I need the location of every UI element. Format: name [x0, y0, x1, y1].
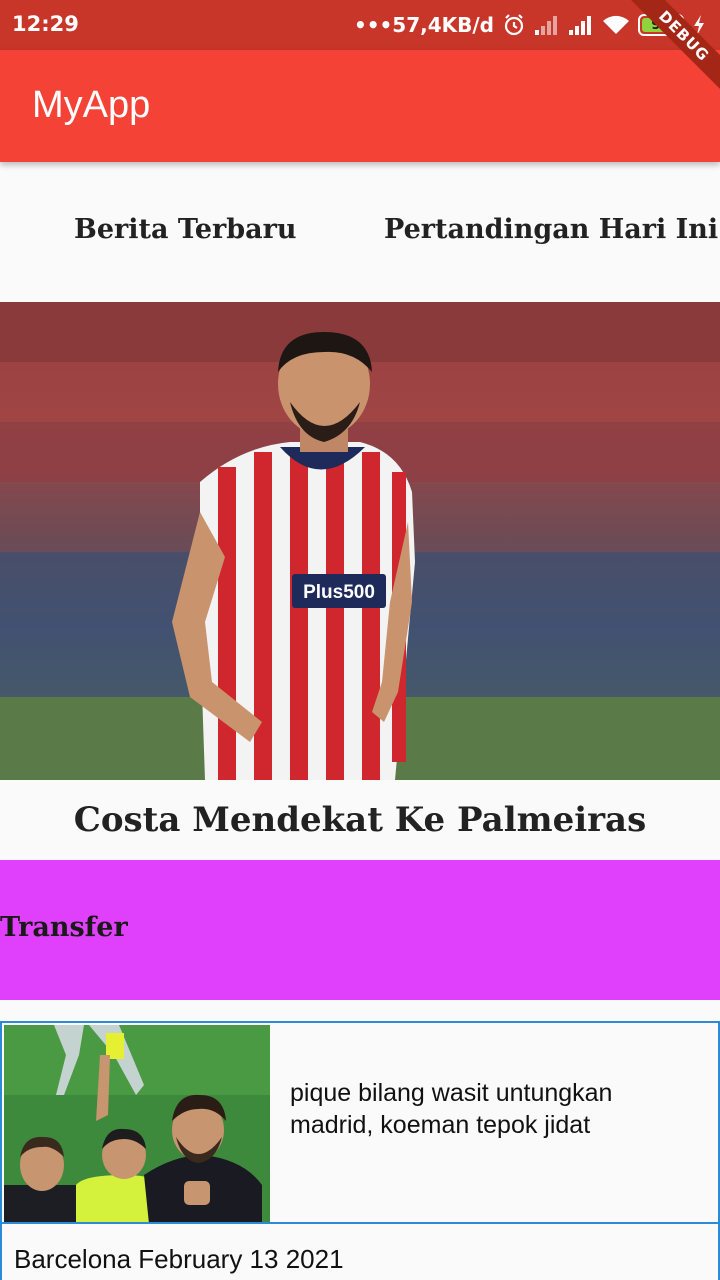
app-title: MyApp [32, 84, 151, 126]
tab-bar: Berita Terbaru Pertandingan Hari Ini [0, 162, 720, 302]
player-photo: Plus500 [0, 302, 720, 780]
signal-icon [535, 16, 557, 35]
category-header: Transfer [0, 860, 720, 1000]
category-label: Transfer [0, 912, 128, 943]
tab-todays-matches[interactable]: Pertandingan Hari Ini [384, 214, 718, 245]
featured-image[interactable]: Plus500 [0, 302, 720, 780]
wifi-icon [603, 15, 629, 34]
news-title: pique bilang wasit untungkan madrid, koe… [290, 1079, 613, 1139]
tab-latest-news[interactable]: Berita Terbaru [74, 214, 296, 245]
network-speed: •••57,4KB/d [353, 13, 494, 37]
status-bar: 12:29 •••57,4KB/d 93 [0, 0, 720, 50]
news-card[interactable]: pique bilang wasit untungkan madrid, koe… [0, 1021, 720, 1224]
featured-headline[interactable]: Costa Mendekat Ke Palmeiras [0, 780, 720, 860]
news-thumbnail [4, 1025, 270, 1224]
signal-icon [569, 16, 591, 35]
svg-text:Plus500: Plus500 [303, 582, 375, 603]
status-time: 12:29 [12, 12, 79, 36]
news-meta-text: Barcelona February 13 2021 [14, 1244, 344, 1274]
referee-yellow-card-photo [4, 1025, 270, 1224]
alarm-icon [504, 14, 524, 36]
news-meta: Barcelona February 13 2021 [0, 1222, 720, 1280]
app-bar: MyApp [0, 50, 720, 162]
